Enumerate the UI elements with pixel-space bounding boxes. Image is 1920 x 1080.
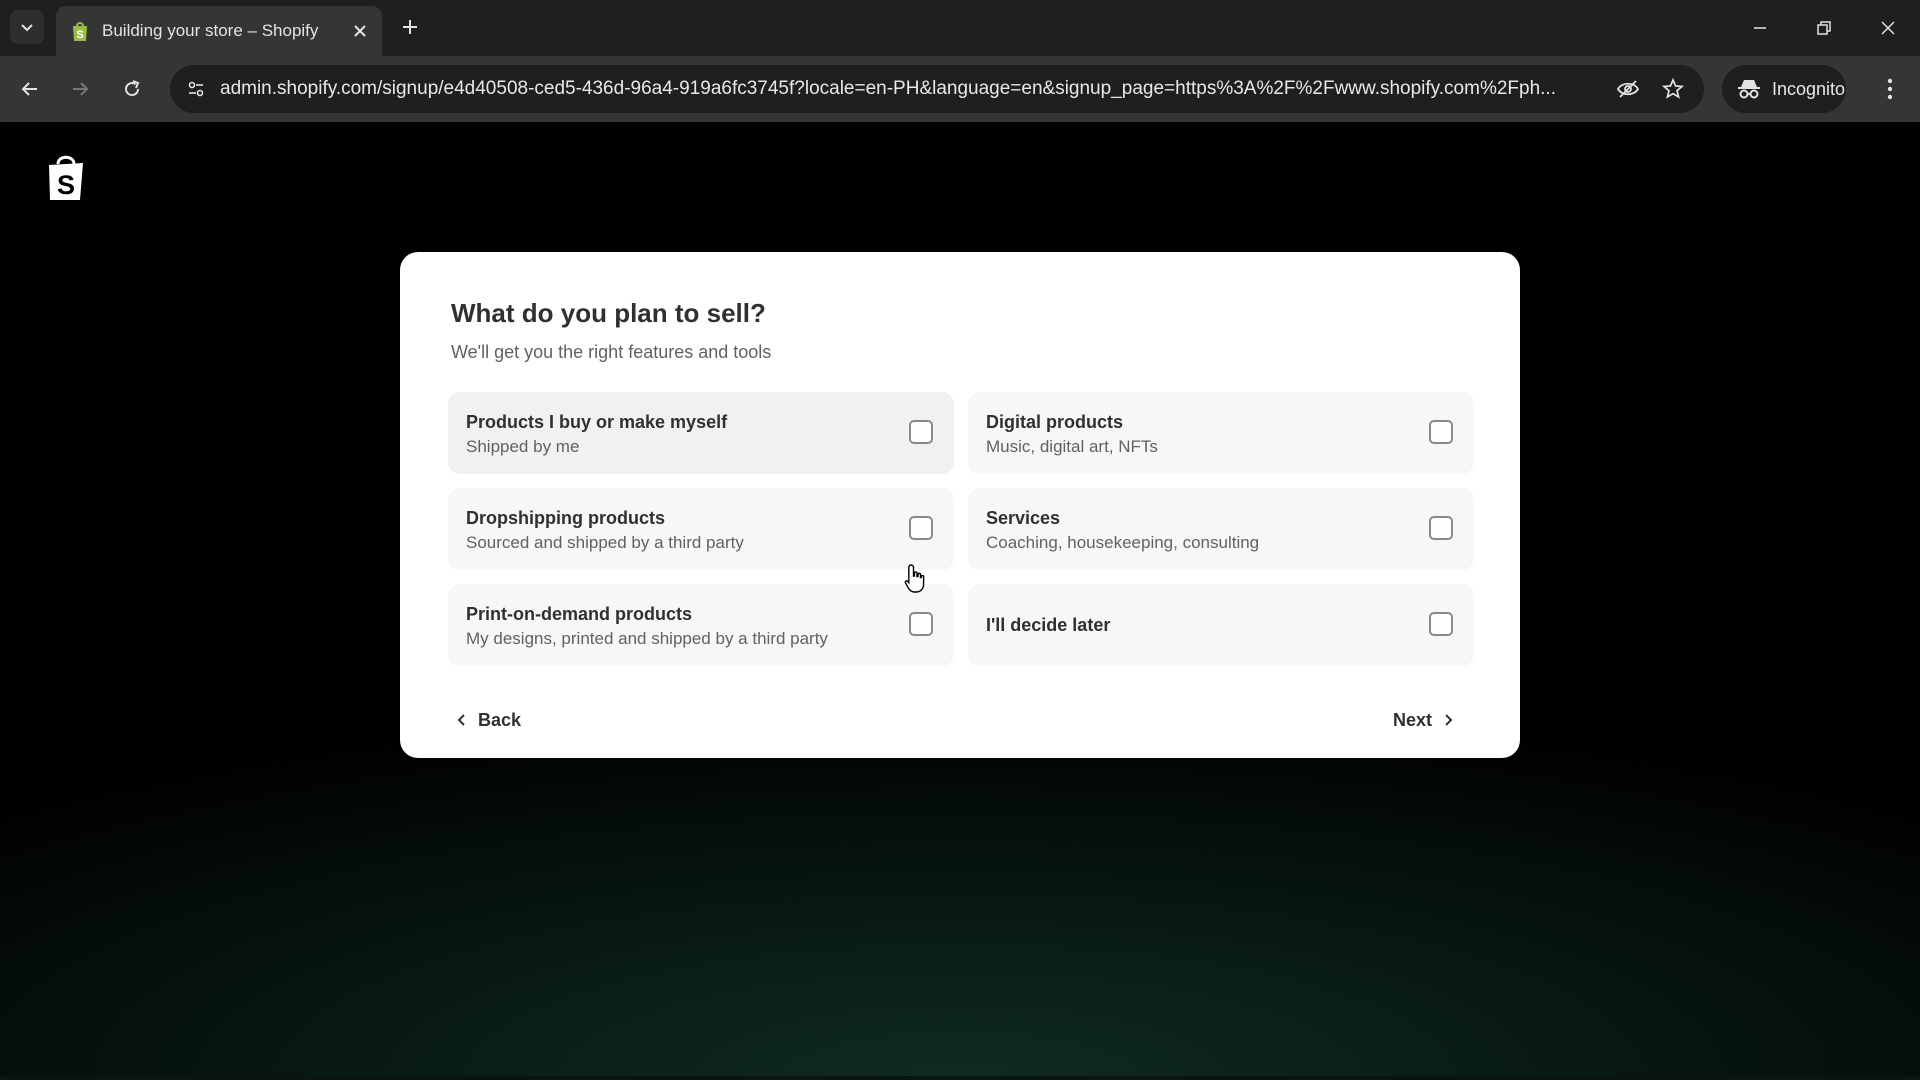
question-title: What do you plan to sell?: [451, 298, 766, 328]
browser-toolbar: admin.shopify.com/signup/e4d40508-ced5-4…: [0, 56, 1920, 122]
incognito-label: Incognito: [1772, 78, 1846, 99]
option-description: Shipped by me: [466, 437, 580, 456]
option-checkbox[interactable]: [909, 516, 933, 540]
next-button-label: Next: [1393, 709, 1433, 730]
option-checkbox[interactable]: [1429, 420, 1453, 444]
shopify-bag-icon: S: [70, 20, 90, 42]
option-digital-products[interactable]: Digital products Music, digital art, NFT…: [968, 392, 1474, 474]
option-title: Products I buy or make myself: [466, 412, 728, 432]
reload-icon: [125, 80, 140, 97]
option-title: Print-on-demand products: [466, 604, 692, 624]
option-checkbox[interactable]: [1429, 516, 1453, 540]
minimize-icon: [1754, 27, 1766, 29]
tab-search-button[interactable]: [10, 10, 44, 44]
back-button[interactable]: Back: [456, 704, 521, 736]
url-text[interactable]: admin.shopify.com/signup/e4d40508-ced5-4…: [220, 65, 1600, 113]
shopify-logo: S: [49, 155, 83, 200]
option-print-on-demand[interactable]: Print-on-demand products My designs, pri…: [448, 584, 954, 666]
site-settings-icon[interactable]: [180, 73, 212, 105]
incognito-icon: [1738, 80, 1760, 99]
more-vertical-icon: [1887, 78, 1893, 100]
option-title: Dropshipping products: [466, 508, 665, 528]
arrow-right-icon: [73, 82, 89, 96]
onboarding-card: What do you plan to sell? We'll get you …: [400, 252, 1520, 758]
reload-button[interactable]: [114, 71, 150, 107]
option-checkbox[interactable]: [909, 420, 933, 444]
plus-icon: [403, 20, 417, 34]
tab-title: Building your store – Shopify: [102, 21, 319, 40]
page-background: S What do you plan to sell? We'll get yo…: [0, 122, 1920, 1080]
browser-tabstrip: S Building your store – Shopify: [0, 0, 1920, 56]
close-icon: [1881, 21, 1895, 35]
hand-cursor-icon: [904, 564, 925, 593]
next-button[interactable]: Next: [1393, 704, 1454, 736]
option-description: My designs, printed and shipped by a thi…: [466, 629, 828, 648]
option-products-buy-or-make[interactable]: Products I buy or make myself Shipped by…: [448, 392, 954, 474]
restore-button[interactable]: [1792, 0, 1856, 56]
forward-nav-button[interactable]: [62, 71, 98, 107]
chevron-down-icon: [21, 24, 33, 32]
svg-text:S: S: [76, 29, 83, 41]
option-description: Sourced and shipped by a third party: [466, 533, 744, 552]
option-checkbox[interactable]: [909, 612, 933, 636]
chevron-left-icon: [457, 714, 465, 726]
restore-icon: [1817, 21, 1831, 35]
incognito-indicator[interactable]: Incognito: [1722, 65, 1846, 113]
option-dropshipping[interactable]: Dropshipping products Sourced and shippe…: [448, 488, 954, 570]
option-description: Coaching, housekeeping, consulting: [986, 533, 1260, 552]
eye-off-icon[interactable]: [1612, 73, 1644, 105]
bookmark-star-icon[interactable]: [1657, 73, 1689, 105]
option-title: Services: [986, 508, 1061, 528]
svg-text:S: S: [57, 170, 75, 200]
browser-tab-active[interactable]: S Building your store – Shopify: [56, 6, 382, 56]
back-nav-button[interactable]: [12, 71, 48, 107]
new-tab-button[interactable]: [395, 12, 425, 42]
chevron-right-icon: [1445, 714, 1453, 726]
close-tab-icon[interactable]: [346, 17, 374, 45]
back-button-label: Back: [478, 709, 522, 730]
option-title: I'll decide later: [986, 615, 1111, 635]
option-description: Music, digital art, NFTs: [986, 437, 1158, 456]
browser-menu-button[interactable]: [1874, 71, 1906, 107]
page-bottom-edge: [0, 1076, 1920, 1080]
close-window-button[interactable]: [1856, 0, 1920, 56]
address-bar[interactable]: admin.shopify.com/signup/e4d40508-ced5-4…: [170, 65, 1704, 113]
minimize-button[interactable]: [1728, 0, 1792, 56]
question-subtitle: We'll get you the right features and too…: [451, 342, 772, 362]
option-decide-later[interactable]: I'll decide later: [968, 584, 1474, 666]
option-services[interactable]: Services Coaching, housekeeping, consult…: [968, 488, 1474, 570]
option-title: Digital products: [986, 412, 1124, 432]
arrow-left-icon: [21, 82, 37, 96]
option-checkbox[interactable]: [1429, 612, 1453, 636]
